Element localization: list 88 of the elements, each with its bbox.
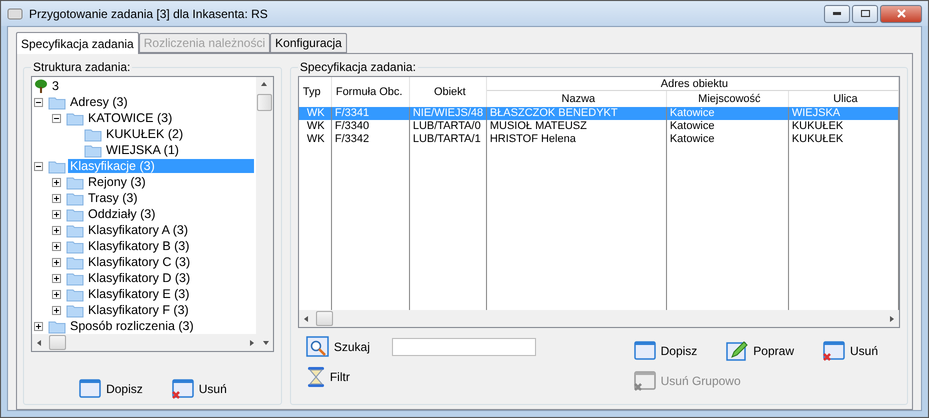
down-arrow-icon[interactable] (262, 338, 270, 346)
tab[interactable]: Konfiguracja (270, 33, 347, 53)
table-cell: NIE/WIEJS/48 (410, 107, 487, 120)
scroll-thumb[interactable] (256, 94, 272, 111)
search-button[interactable]: Szukaj (306, 336, 370, 358)
delete-button[interactable]: Usuń (822, 340, 878, 362)
tree-item[interactable]: Sposób rozliczenia (3) (68, 319, 196, 333)
window-icon (632, 340, 657, 362)
tree-item[interactable]: KUKUŁEK (2) (104, 127, 186, 141)
folder-icon (66, 302, 84, 318)
minimize-button[interactable] (824, 4, 850, 22)
search-icon (306, 336, 330, 358)
tree-item[interactable]: Rejony (3) (86, 175, 148, 189)
add-button[interactable]: Dopisz (632, 340, 698, 362)
folder-icon (66, 110, 84, 126)
table-cell: F/3341 (332, 107, 410, 120)
tree-item[interactable]: KATOWICE (3) (86, 111, 174, 125)
tree-item[interactable]: Klasyfikatory C (3) (86, 255, 192, 269)
collapse-icon[interactable] (34, 162, 43, 170)
left-arrow-icon[interactable] (35, 338, 43, 346)
horizontal-scrollbar[interactable] (298, 310, 899, 327)
add-button[interactable]: Dopisz (78, 378, 143, 400)
tree-item[interactable]: Klasyfikatory A (3) (86, 223, 190, 237)
filter-button[interactable]: Filtr (306, 366, 536, 388)
column-group-header: Adres obiektu (486, 77, 899, 91)
folder-icon (48, 158, 66, 174)
expand-icon[interactable] (52, 178, 61, 186)
expand-icon[interactable] (52, 210, 61, 218)
table-cell: WIEJSKA (788, 107, 899, 120)
tree-item[interactable]: Oddziały (3) (86, 207, 158, 221)
left-arrow-icon[interactable] (302, 314, 310, 322)
expand-icon[interactable] (52, 226, 61, 234)
group-title: Struktura zadania: (32, 60, 132, 74)
right-arrow-icon[interactable] (248, 338, 256, 346)
right-arrow-icon[interactable] (888, 314, 896, 322)
folder-icon (66, 190, 84, 206)
maximize-button[interactable] (852, 4, 878, 22)
close-icon (896, 9, 906, 18)
close-button[interactable] (880, 4, 922, 22)
group-title: Specyfikacja zadania: (298, 60, 417, 74)
expand-icon[interactable] (52, 242, 61, 250)
table-cell: WK (298, 107, 332, 120)
expand-icon[interactable] (34, 322, 43, 330)
window-icon (78, 378, 102, 400)
delete-icon (170, 378, 195, 400)
vertical-scrollbar[interactable] (256, 77, 273, 334)
horizontal-scrollbar[interactable] (32, 334, 273, 351)
folder-icon (66, 270, 84, 286)
folder-icon (66, 222, 84, 238)
tree-item[interactable]: WIEJSKA (1) (104, 143, 181, 157)
folder-icon (66, 254, 84, 270)
app-icon (7, 6, 23, 20)
tree-item[interactable]: Klasyfikatory D (3) (86, 271, 192, 285)
expand-icon[interactable] (52, 290, 61, 298)
tree-icon (34, 79, 48, 93)
edit-button[interactable]: Popraw (725, 340, 794, 362)
tree-item[interactable]: Adresy (3) (68, 95, 130, 109)
table-cell: BŁASZCZOK BENEDYKT (486, 107, 667, 120)
collapse-icon[interactable] (34, 98, 43, 106)
tree-item[interactable]: Klasyfikatory B (3) (86, 239, 192, 253)
maximize-icon (860, 10, 870, 17)
expand-icon[interactable] (52, 274, 61, 282)
folder-icon (84, 126, 102, 142)
tree-item[interactable]: Trasy (3) (86, 191, 140, 205)
scroll-thumb[interactable] (316, 311, 333, 326)
folder-icon (66, 286, 84, 302)
expand-icon[interactable] (52, 194, 61, 202)
delete-icon (632, 370, 657, 392)
hourglass-icon (306, 366, 326, 388)
delete-button[interactable]: Usuń (170, 378, 227, 400)
expand-icon[interactable] (52, 306, 61, 314)
folder-icon (48, 94, 66, 110)
table-cell: Katowice (666, 107, 789, 120)
search-field[interactable] (392, 338, 536, 356)
up-arrow-icon[interactable] (260, 80, 268, 88)
expand-icon[interactable] (52, 258, 61, 266)
folder-icon (66, 238, 84, 254)
tree-item[interactable]: Klasyfikatory E (3) (86, 287, 192, 301)
tree-item[interactable]: 3 (50, 79, 61, 93)
edit-icon (725, 340, 750, 362)
folder-icon (66, 206, 84, 222)
tab[interactable]: Specyfikacja zadania (16, 32, 139, 54)
scroll-thumb[interactable] (49, 335, 66, 350)
tree-item[interactable]: Klasyfikatory F (3) (86, 303, 191, 317)
collapse-icon[interactable] (52, 114, 61, 122)
delete-icon (822, 340, 846, 362)
minimize-icon (833, 12, 841, 15)
window-title: Przygotowanie zadania [3] dla Inkasenta: RS (29, 6, 269, 20)
